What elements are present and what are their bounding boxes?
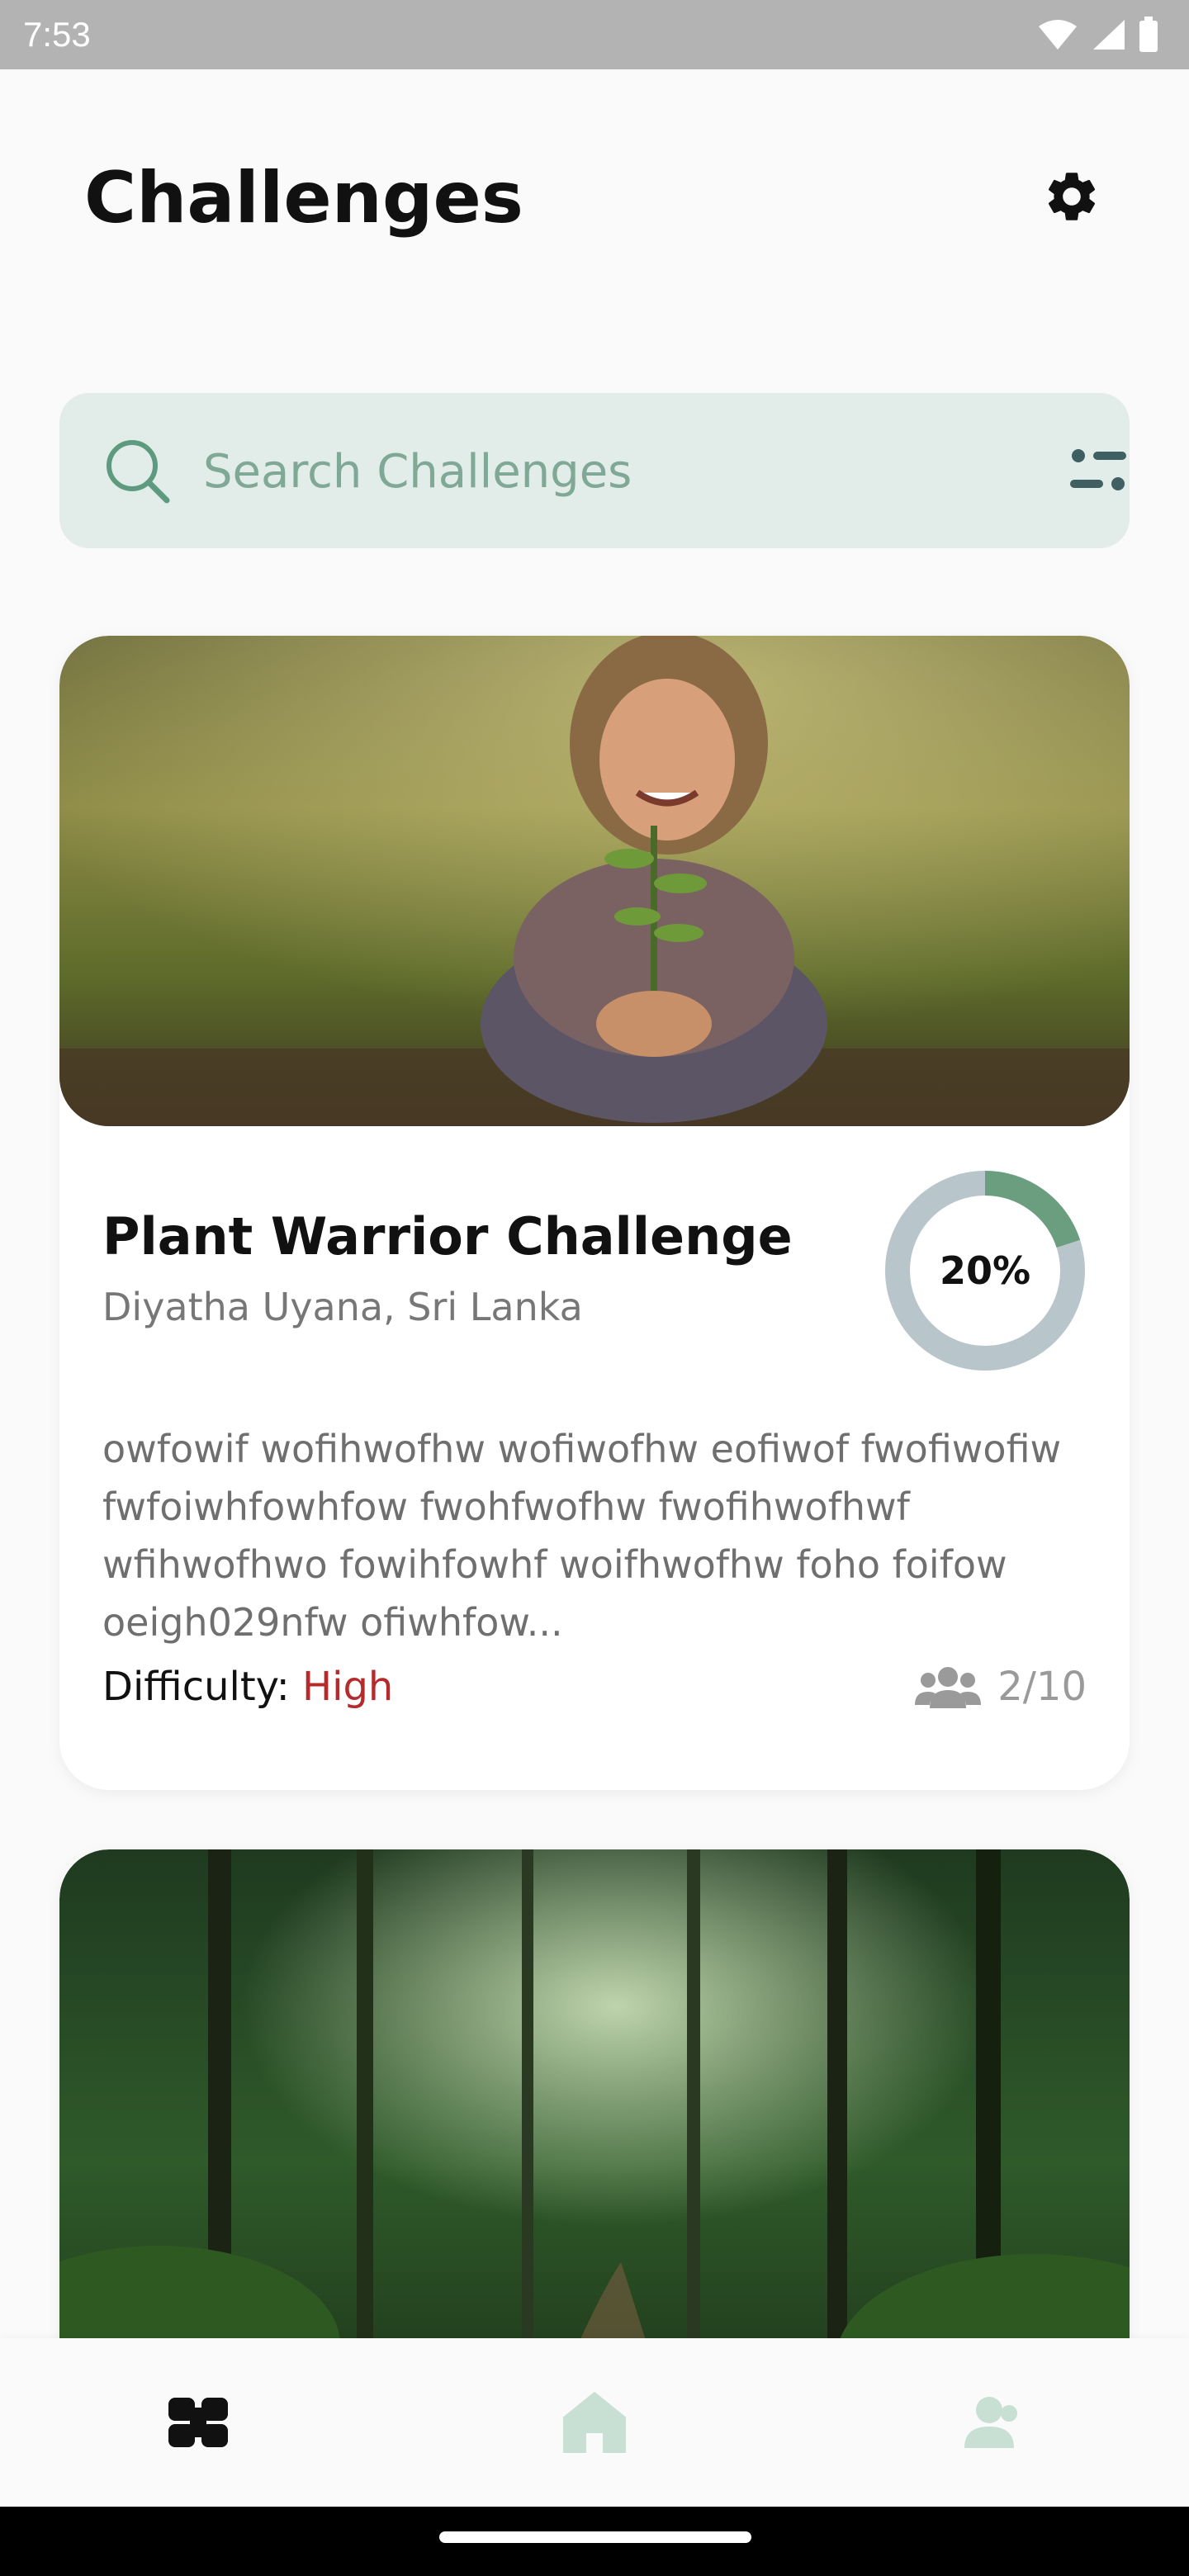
difficulty-label: Difficulty: [102,1664,290,1710]
page-title: Challenges [84,157,523,239]
search-input[interactable] [201,429,997,514]
status-bar: 7:53 [0,0,1189,69]
challenge-description: owfowif wofihwofhw wofiwofhw eofiwof fwo… [102,1427,1062,1645]
gear-icon [1048,173,1096,220]
status-time: 7:53 [23,15,91,54]
home-gesture-handle[interactable] [439,2531,751,2543]
filter-icon[interactable] [1065,441,1135,500]
participants-count: 2/10 [997,1664,1087,1710]
challenge-location: Diyatha Uyana, Sri Lanka [102,1285,583,1329]
difficulty: Difficulty: High [102,1660,393,1714]
challenge-image [59,636,1130,1126]
participants: 2/10 [915,1660,1087,1714]
cellular-icon [1093,20,1125,50]
bottom-nav [0,2338,1189,2507]
difficulty-value: High [302,1664,394,1710]
wifi-icon [1039,20,1077,50]
group-icon [915,1667,982,1708]
search-bar[interactable] [59,393,1130,548]
status-icons [1037,15,1159,54]
progress-label: 20% [939,1248,1031,1293]
home-icon [563,2392,626,2453]
search-icon [107,440,170,504]
nav-home[interactable] [553,2381,636,2464]
challenges-icon [168,2398,228,2447]
gesture-bar [0,2507,1189,2576]
profile-icon [964,2397,1017,2448]
nav-profile[interactable] [950,2381,1032,2464]
challenge-title: Plant Warrior Challenge [102,1206,793,1267]
settings-button[interactable] [1037,162,1106,231]
challenge-card[interactable]: Plant Warrior Challenge Diyatha Uyana, S… [59,636,1130,1790]
battery-icon [1139,17,1158,52]
nav-challenges[interactable] [157,2381,239,2464]
